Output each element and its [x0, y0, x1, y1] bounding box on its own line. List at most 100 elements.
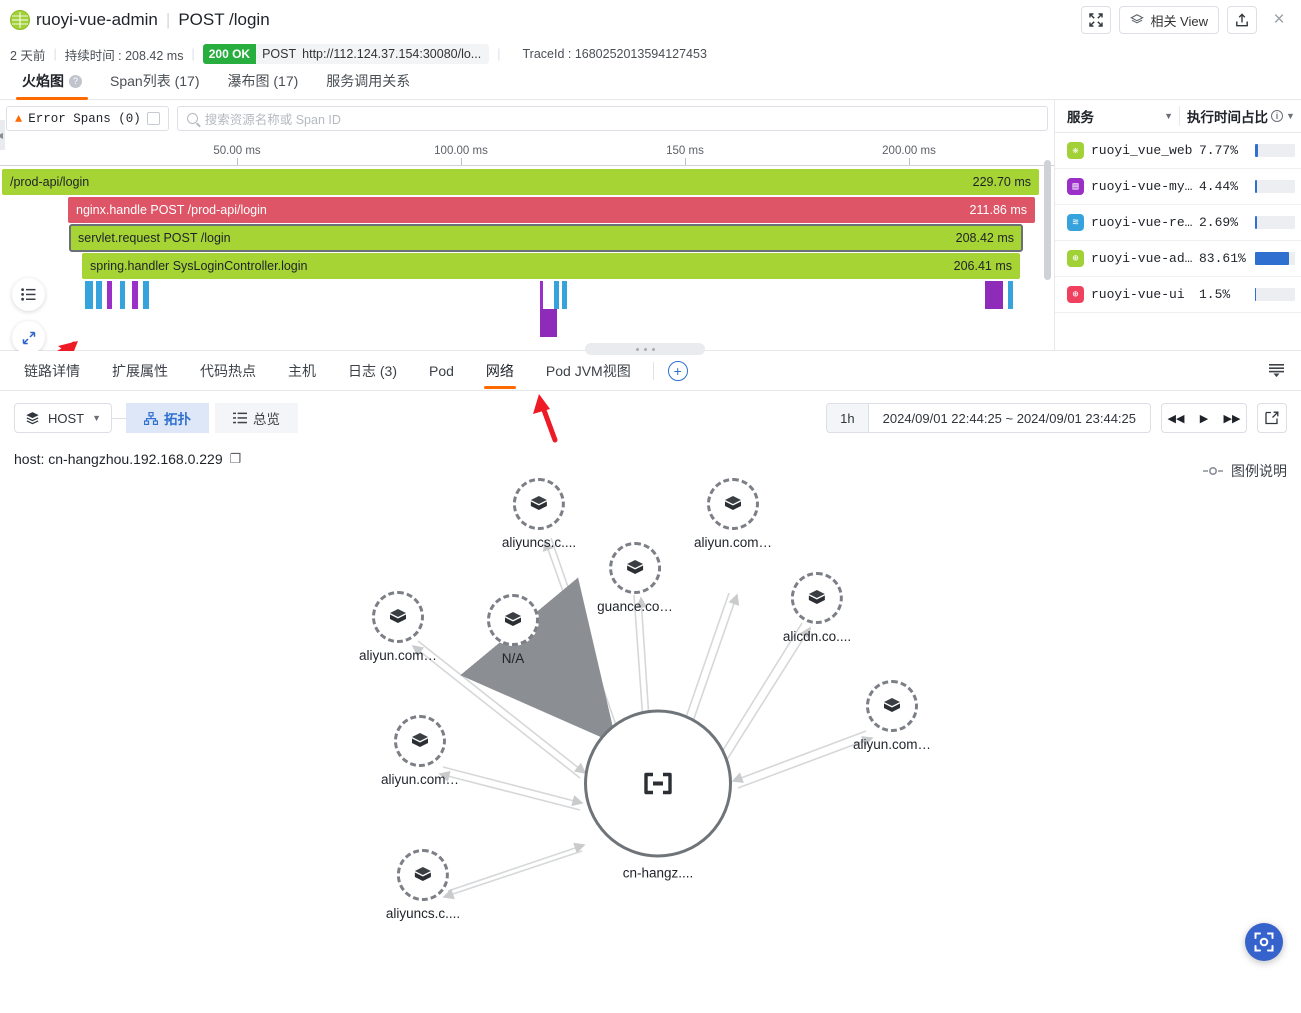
node-label: guance.co…	[597, 599, 673, 614]
graph-node[interactable]: aliyun.com…	[359, 591, 437, 663]
mysql-icon: ▤	[1067, 178, 1084, 195]
graph-node[interactable]: alicdn.co....	[783, 572, 851, 644]
collapse-panel-button[interactable]	[1263, 358, 1289, 384]
graph-node[interactable]: aliyuncs.c....	[386, 849, 460, 921]
flame-span-2[interactable]: servlet.request POST /login 208.42 ms	[69, 224, 1023, 252]
add-tab-button[interactable]: +	[667, 360, 688, 381]
flame-list-button[interactable]	[12, 278, 45, 311]
ruler-tick-1-label: 100.00 ms	[434, 145, 488, 157]
ruler-tick-2-label: 150 ms	[666, 145, 704, 157]
chevron-down-icon-2[interactable]: ▼	[1286, 111, 1295, 121]
error-spans-filter[interactable]: ▲ Error Spans (0)	[6, 106, 169, 131]
cube-icon	[884, 698, 900, 712]
related-view-button[interactable]: 相关 View	[1119, 6, 1219, 34]
graph-node[interactable]: aliyun.com…	[694, 478, 772, 550]
tab-waterfall[interactable]: 瀑布图 (17)	[213, 71, 312, 99]
leaf-bar[interactable]	[143, 281, 149, 309]
leaf-bar[interactable]	[96, 281, 102, 309]
time-play-button[interactable]: ▶	[1190, 404, 1218, 432]
share-button[interactable]	[1227, 6, 1257, 34]
service-name: ruoyi_vue_web	[1091, 143, 1193, 158]
layers-icon	[1130, 14, 1145, 24]
time-range-display[interactable]: 2024/09/01 22:44:25 ~ 2024/09/01 23:44:2…	[867, 403, 1151, 433]
leaf-bar[interactable]	[540, 281, 543, 309]
flame-bars: /prod-api/login 229.70 ms nginx.handle P…	[0, 169, 1054, 337]
screenshot-fab-button[interactable]	[1245, 923, 1283, 961]
leaf-bar[interactable]	[132, 281, 138, 309]
flame-vertical-scrollbar[interactable]	[1044, 160, 1051, 280]
tab-pod[interactable]: Pod	[413, 351, 470, 391]
leaf-bar[interactable]	[562, 281, 567, 309]
chevron-down-icon[interactable]: ▼	[1164, 111, 1179, 121]
tab-service-calls[interactable]: 服务调用关系	[312, 71, 424, 99]
flame-span-2-name: servlet.request POST /login	[78, 231, 231, 245]
time-next-button[interactable]: ▶▶	[1218, 404, 1246, 432]
window-header: ruoyi-vue-admin | POST /login 相关 View ×	[0, 0, 1301, 40]
leaf-bar[interactable]	[85, 281, 93, 309]
time-prev-button[interactable]: ◀◀	[1162, 404, 1190, 432]
graph-node[interactable]: aliyuncs.c....	[502, 478, 576, 550]
leaf-bar[interactable]	[120, 281, 125, 309]
service-row[interactable]: ⊕ ruoyi-vue-ad… 83.61%	[1055, 241, 1301, 277]
collapse-icon	[1268, 363, 1284, 377]
leaf-bar[interactable]	[1008, 281, 1013, 309]
network-controls: HOST ▼ 拓扑 总览 1h 2024/09/01 22:44:25 ~ 20…	[0, 391, 1301, 445]
tab-span-list[interactable]: Span列表 (17)	[96, 71, 213, 99]
cube-icon	[412, 733, 428, 747]
copy-icon[interactable]: ❐	[230, 451, 242, 467]
page-title: ruoyi-vue-admin	[36, 10, 158, 29]
service-row[interactable]: ▤ ruoyi-vue-my… 4.44%	[1055, 169, 1301, 205]
ruler-tick-3-label: 200.00 ms	[882, 145, 936, 157]
services-col-percent[interactable]: 执行时间占比 i ▼	[1179, 106, 1295, 126]
view-topology-button[interactable]: 拓扑	[126, 403, 210, 433]
leaf-bar[interactable]	[554, 281, 559, 309]
service-name: ruoyi-vue-ad…	[1091, 251, 1193, 266]
center-node-label: cn-hangz....	[622, 865, 694, 881]
services-col-service[interactable]: 服务 ▼	[1061, 106, 1179, 126]
span-search-box[interactable]: 搜索资源名称或 Span ID	[176, 106, 1048, 131]
request-pill[interactable]: 200 OK POST http://112.124.37.154:30080/…	[202, 44, 490, 64]
http-method: POST	[262, 47, 297, 61]
flame-span-0[interactable]: /prod-api/login 229.70 ms	[2, 169, 1039, 195]
tab-network[interactable]: 网络	[470, 351, 530, 391]
header-actions: 相关 View ×	[1081, 6, 1293, 34]
graph-center-node[interactable]: cn-hangz....	[584, 709, 732, 881]
node-label: aliyuncs.c....	[385, 906, 461, 921]
close-button[interactable]: ×	[1265, 6, 1293, 34]
graph-node[interactable]: aliyun.com…	[853, 680, 931, 752]
flame-span-3[interactable]: spring.handler SysLoginController.login …	[82, 253, 1020, 279]
graph-node[interactable]: aliyun.com…	[381, 715, 459, 787]
open-external-button[interactable]	[1257, 403, 1287, 433]
leaf-bar[interactable]	[107, 281, 112, 309]
graph-node[interactable]: N/A	[487, 594, 539, 666]
error-spans-checkbox[interactable]	[146, 112, 160, 125]
service-row[interactable]: ⊕ ruoyi-vue-ui 1.5%	[1055, 277, 1301, 313]
title-separator: |	[165, 10, 171, 29]
graph-node[interactable]: guance.co…	[597, 542, 673, 614]
tab-extended-attrs[interactable]: 扩展属性	[96, 351, 184, 391]
detail-tabs: 链路详情 扩展属性 代码热点 主机 日志 (3) Pod 网络 Pod JVM视…	[0, 343, 1301, 391]
host-select[interactable]: HOST ▼	[14, 403, 113, 433]
flame-expand-button[interactable]	[12, 321, 45, 354]
time-quick-select[interactable]: 1h	[826, 403, 868, 433]
flame-span-0-duration: 229.70 ms	[972, 175, 1031, 189]
host-line-text: host: cn-hangzhou.192.168.0.229	[14, 451, 223, 467]
tab-link-detail[interactable]: 链路详情	[8, 351, 96, 391]
flame-span-1[interactable]: nginx.handle POST /prod-api/login 211.86…	[68, 197, 1035, 223]
service-name: ruoyi-vue-my…	[1091, 179, 1193, 194]
info-icon[interactable]: i	[1271, 110, 1283, 122]
help-icon[interactable]: ?	[69, 74, 82, 88]
leaf-bar[interactable]	[985, 281, 1003, 309]
tab-host[interactable]: 主机	[272, 351, 332, 391]
tab-pod-jvm-view[interactable]: Pod JVM视图	[530, 351, 647, 391]
leaf-bar[interactable]	[540, 309, 557, 337]
node-label: aliyun.com…	[852, 737, 932, 752]
service-row[interactable]: ≋ ruoyi-vue-re… 2.69%	[1055, 205, 1301, 241]
service-row[interactable]: ❋ ruoyi_vue_web 7.77%	[1055, 133, 1301, 169]
tab-flame-graph[interactable]: 火焰图 ?	[8, 71, 96, 100]
tab-logs[interactable]: 日志 (3)	[332, 351, 413, 391]
tab-code-hotspot[interactable]: 代码热点	[184, 351, 272, 391]
panel-resize-handle[interactable]: ◀	[0, 120, 5, 150]
fullscreen-button[interactable]	[1081, 6, 1112, 34]
view-overview-button[interactable]: 总览	[215, 403, 299, 433]
